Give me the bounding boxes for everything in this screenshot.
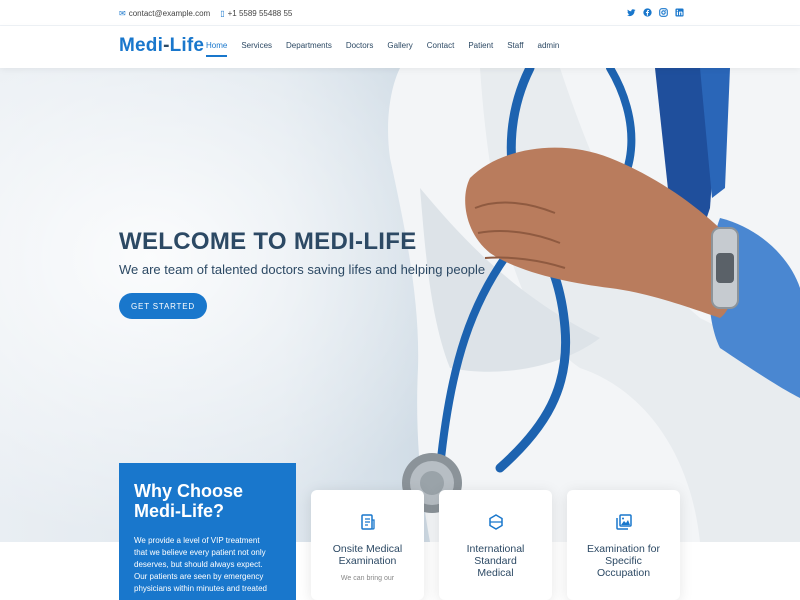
facebook-icon[interactable] xyxy=(643,8,652,17)
logo-part1: Medi xyxy=(119,35,164,56)
feature-card-onsite[interactable]: Onsite Medical Examination We can bring … xyxy=(311,490,424,600)
card2-title-line1: International xyxy=(466,543,525,555)
feature-card-occupation[interactable]: Examination for Specific Occupation xyxy=(567,490,680,600)
why-text: We provide a level of VIP treatment that… xyxy=(134,535,281,595)
phone-contact[interactable]: ▯ +1 5589 55488 55 xyxy=(220,9,292,18)
card-title: International Standard Medical xyxy=(439,543,552,579)
get-started-button[interactable]: GET STARTED xyxy=(119,293,207,319)
email-text: contact@example.com xyxy=(128,9,211,18)
why-text-line2: that we believe every patient not only xyxy=(134,548,266,557)
why-text-line3: deserves, but should always expect. xyxy=(134,560,263,569)
card-text: We can bring our xyxy=(340,575,395,582)
top-bar: ✉ contact@example.com ▯ +1 5589 55488 55 xyxy=(0,0,800,26)
twitter-icon[interactable] xyxy=(627,8,636,17)
receipt-icon xyxy=(359,513,377,531)
hero-subtitle: We are team of talented doctors saving l… xyxy=(119,262,486,277)
nav-departments[interactable]: Departments xyxy=(286,41,332,57)
card3-title-line2: Specific xyxy=(605,555,642,567)
social-links xyxy=(627,8,684,17)
linkedin-icon[interactable] xyxy=(675,8,684,17)
why-title: Why Choose Medi-Life? xyxy=(134,481,281,521)
nav-admin[interactable]: admin xyxy=(538,41,560,57)
envelope-icon: ✉ xyxy=(119,8,126,18)
nav-services[interactable]: Services xyxy=(241,41,272,57)
card2-title-line2: Standard xyxy=(474,555,517,567)
nav-staff[interactable]: Staff xyxy=(507,41,523,57)
feature-card-international[interactable]: International Standard Medical xyxy=(439,490,552,600)
phone-icon: ▯ xyxy=(220,8,225,18)
site-logo[interactable]: Medi-Life xyxy=(119,35,204,57)
nav-doctors[interactable]: Doctors xyxy=(346,41,374,57)
hero-title: WELCOME TO MEDI-LIFE xyxy=(119,228,417,255)
why-title-line1: Why Choose xyxy=(134,481,244,501)
main-header: Medi-Life Home Services Departments Doct… xyxy=(0,26,800,68)
card1-title-line2: Examination xyxy=(338,555,397,567)
instagram-icon[interactable] xyxy=(659,8,668,17)
nav-gallery[interactable]: Gallery xyxy=(387,41,412,57)
card3-title-line1: Examination for xyxy=(587,543,660,555)
main-nav: Home Services Departments Doctors Galler… xyxy=(206,41,573,57)
card-title: Examination for Specific Occupation xyxy=(567,543,680,579)
why-text-line5: physicians within minutes and treated xyxy=(134,584,267,593)
nav-patient[interactable]: Patient xyxy=(468,41,493,57)
why-text-line1: We provide a level of VIP treatment xyxy=(134,536,260,545)
why-text-line4: Our patients are seen by emergency xyxy=(134,572,264,581)
card1-title-line1: Onsite Medical xyxy=(332,543,403,555)
card2-title-line3: Medical xyxy=(477,567,514,579)
why-choose-box: Why Choose Medi-Life? We provide a level… xyxy=(119,463,296,600)
contact-info: ✉ contact@example.com ▯ +1 5589 55488 55 xyxy=(119,9,292,18)
nav-contact[interactable]: Contact xyxy=(427,41,455,57)
cube-icon xyxy=(487,513,505,531)
card-title: Onsite Medical Examination xyxy=(311,543,424,567)
images-icon xyxy=(615,513,633,531)
phone-text: +1 5589 55488 55 xyxy=(227,9,293,18)
logo-part2: Life xyxy=(169,35,205,56)
why-title-line2: Medi-Life? xyxy=(134,501,224,521)
card3-title-line3: Occupation xyxy=(596,567,651,579)
email-contact[interactable]: ✉ contact@example.com xyxy=(119,9,210,18)
nav-home[interactable]: Home xyxy=(206,41,228,57)
